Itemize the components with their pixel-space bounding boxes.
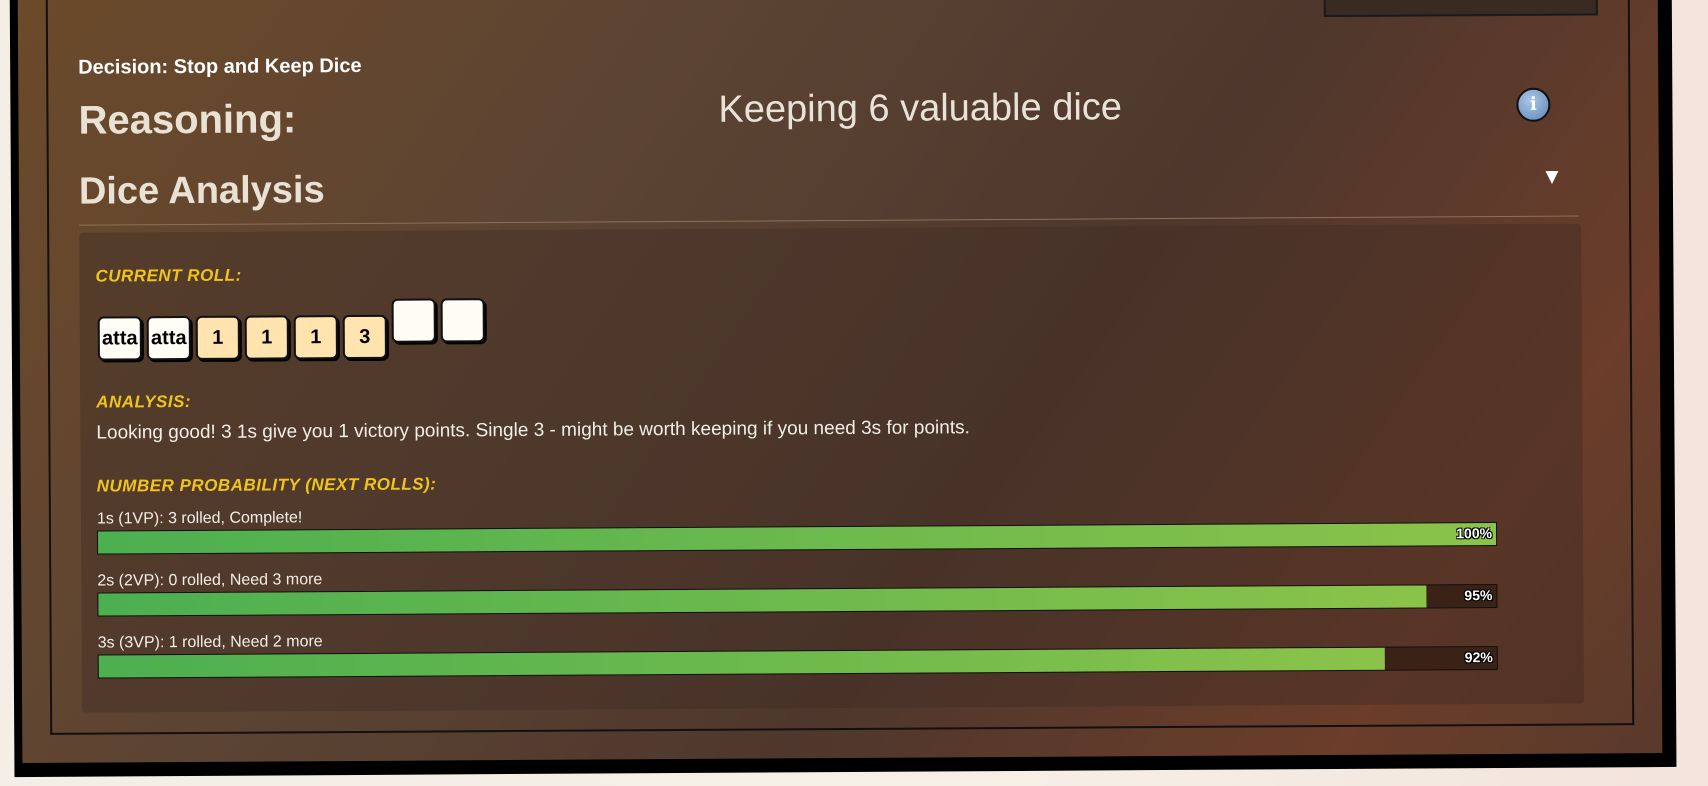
die-3[interactable]: 1	[244, 315, 289, 360]
dice-row: atta atta 1 1 1 3	[97, 297, 598, 361]
collapse-toggle-icon[interactable]: ▼	[1541, 164, 1563, 190]
die-6[interactable]	[391, 298, 436, 343]
probability-percent-3s: 92%	[1464, 649, 1493, 666]
probability-label-1s: 1s (1VP): 3 rolled, Complete!	[96, 509, 303, 528]
probability-percent-2s: 95%	[1464, 587, 1493, 604]
probability-label-3s: 3s (3VP): 1 rolled, Need 2 more	[97, 633, 323, 652]
die-2[interactable]: 1	[195, 315, 240, 360]
die-1[interactable]: atta	[146, 315, 191, 361]
die-4[interactable]: 1	[293, 315, 338, 360]
reasoning-text: Keeping 6 valuable dice	[718, 86, 1123, 131]
probability-percent-1s: 100%	[1456, 525, 1493, 542]
reasoning-label: Reasoning:	[78, 97, 297, 143]
panel-border-right	[1627, 0, 1635, 726]
probability-label-2s: 2s (2VP): 0 rolled, Need 3 more	[97, 571, 323, 590]
decision-text: Decision: Stop and Keep Dice	[78, 54, 362, 79]
panel-border-bottom	[50, 723, 1635, 735]
analysis-text: Looking good! 3 1s give you 1 victory po…	[96, 417, 970, 444]
analysis-heading: Analysis:	[96, 391, 192, 412]
dice-analysis-title[interactable]: Dice Analysis	[79, 169, 325, 214]
current-roll-heading: Current Roll:	[95, 265, 242, 286]
probability-fill-3s	[98, 647, 1386, 678]
die-0[interactable]: atta	[97, 316, 142, 361]
probability-list: 1s (1VP): 3 rolled, Complete! 100% 2s (2…	[79, 223, 1581, 679]
mini-toolbar	[1323, 0, 1598, 18]
probability-heading: Number Probability (Next Rolls):	[96, 474, 437, 496]
dice-analysis-box: Current Roll: atta atta 1 1 1 3 Analysis: Loo…	[79, 223, 1585, 713]
die-5[interactable]: 3	[342, 314, 387, 360]
panel-border-left	[45, 0, 53, 735]
panel-frame: Decision: Stop and Keep Dice Reasoning: …	[9, 0, 1677, 778]
decision-panel: Decision: Stop and Keep Dice Reasoning: …	[17, 0, 1663, 764]
die-7[interactable]	[440, 298, 485, 343]
probability-fill-1s	[97, 523, 1497, 554]
info-icon[interactable]: i	[1516, 87, 1551, 122]
probability-bar-1s: 100%	[96, 522, 1498, 555]
probability-fill-2s	[98, 585, 1427, 616]
